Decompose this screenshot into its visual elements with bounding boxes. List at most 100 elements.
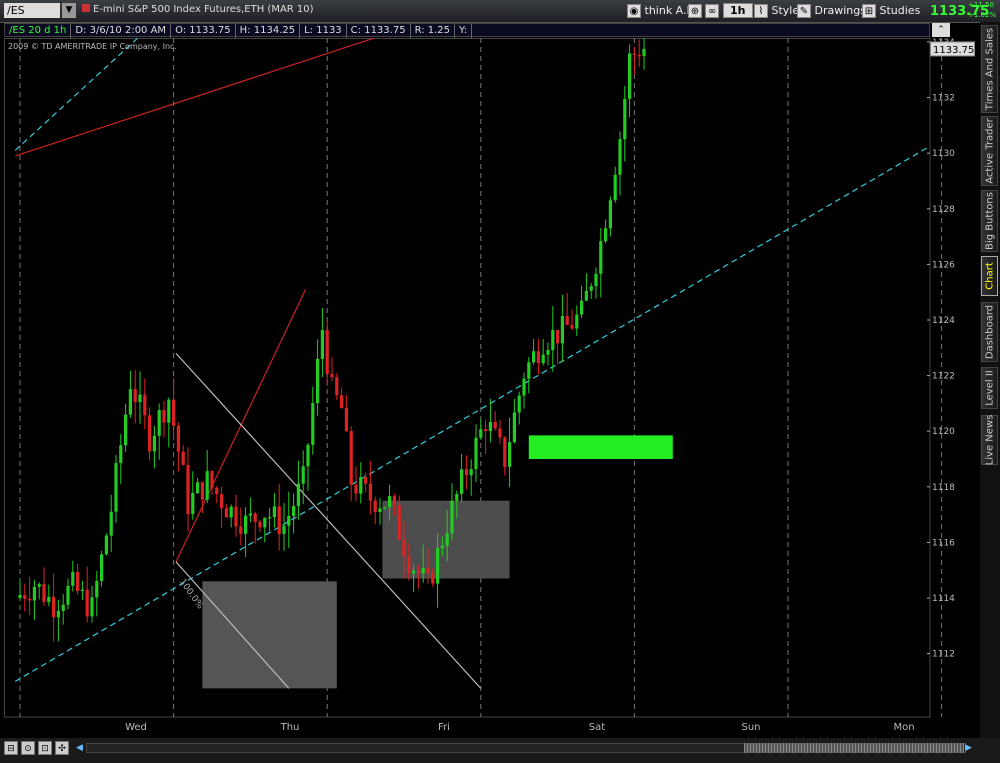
scrollbar-thumb[interactable] <box>744 743 964 753</box>
candle <box>527 356 531 394</box>
candle-body <box>186 464 190 515</box>
candle <box>484 419 488 455</box>
x-day-label: Sun <box>741 722 760 733</box>
side-tab-label: Dashboard <box>984 304 995 360</box>
copyright-text: 2009 © TD AMERITRADE IP Company, Inc. <box>8 42 177 51</box>
style-button[interactable]: ⌇ Style <box>754 3 799 19</box>
side-tab-active-trader[interactable]: Active Trader <box>981 116 998 186</box>
chart-grid <box>4 38 943 718</box>
candle <box>56 599 60 642</box>
crosshair-icon[interactable]: ✣ <box>55 741 69 755</box>
candle-body <box>114 463 118 512</box>
magnifier-icon[interactable]: ⊙ <box>21 741 35 755</box>
y-tick-label: 1132 <box>932 94 955 104</box>
candle-body <box>52 596 56 618</box>
candle-body <box>320 330 324 359</box>
candle <box>258 519 262 533</box>
scroll-left-icon[interactable]: ◀ <box>76 743 83 753</box>
candle-body <box>498 428 502 438</box>
side-tab-level-ii[interactable]: Level II <box>981 367 998 409</box>
side-tab-big-buttons[interactable]: Big Buttons <box>981 190 998 252</box>
candle <box>234 494 238 537</box>
candle <box>541 339 545 366</box>
candle <box>628 44 632 118</box>
candle-body <box>85 589 89 617</box>
symbol-input[interactable]: /ES <box>4 3 60 18</box>
candle-body <box>402 539 406 557</box>
candle <box>306 442 310 491</box>
candle <box>28 576 32 616</box>
candle-body <box>392 496 396 506</box>
compare-button[interactable]: ⊕ <box>688 3 702 19</box>
candle <box>532 338 536 365</box>
chart-settings-icon[interactable]: ⌃ <box>932 23 950 37</box>
instrument-label: E-mini S&P 500 Index Futures,ETH (MAR 10… <box>93 4 314 15</box>
candle <box>76 563 80 595</box>
candle <box>248 497 252 523</box>
candle-body <box>479 429 483 438</box>
candle-body <box>383 507 387 509</box>
candle <box>176 422 180 472</box>
side-tab-live-news[interactable]: Live News <box>981 415 998 465</box>
y-tick-label: 1116 <box>932 538 955 548</box>
candle <box>450 483 454 541</box>
candle-body <box>244 515 248 534</box>
candle <box>157 403 161 460</box>
candle-body <box>536 351 540 364</box>
candle-body <box>546 349 550 355</box>
candle-body <box>301 466 305 484</box>
symbol-dropdown-icon[interactable]: ▼ <box>62 3 76 18</box>
candle <box>488 398 492 443</box>
studies-button[interactable]: ⊞ Studies <box>862 3 920 19</box>
side-tab-chart[interactable]: Chart <box>981 256 998 296</box>
candle <box>594 267 598 299</box>
candle-body <box>181 451 185 465</box>
candle-body <box>613 174 617 201</box>
candle <box>340 387 344 409</box>
candle-body <box>397 505 401 540</box>
candle <box>104 533 108 556</box>
last-price-label: 1133.75 <box>933 45 974 56</box>
zoom-icon[interactable]: ⊟ <box>4 741 18 755</box>
candle-body <box>354 484 358 494</box>
candle <box>546 342 550 366</box>
candle <box>152 425 156 469</box>
candle-body <box>287 515 291 526</box>
candle <box>508 417 512 488</box>
link-button[interactable]: ∞ <box>705 3 719 19</box>
candle <box>354 466 358 502</box>
candle-body <box>143 394 147 416</box>
candle <box>215 486 219 504</box>
candle <box>61 594 65 625</box>
style-label: Style <box>771 4 800 17</box>
candle-body <box>378 508 382 512</box>
candle <box>268 507 272 532</box>
candle-body <box>239 526 243 534</box>
trendline <box>14 145 930 682</box>
candle-body <box>282 525 286 534</box>
side-tab-times-and-sales[interactable]: Times And Sales <box>981 25 998 113</box>
candle <box>296 460 300 520</box>
scroll-right-icon[interactable]: ▶ <box>965 743 972 753</box>
y-tick-label: 1118 <box>932 483 955 493</box>
info-low: L: 1133 <box>300 24 347 38</box>
candle <box>90 585 94 623</box>
candle <box>47 584 51 607</box>
timeframe-button[interactable]: 1h <box>723 3 753 19</box>
think-ai-button[interactable]: ◉ think A.I. <box>627 3 693 19</box>
candle <box>325 320 329 386</box>
think-ai-label: think A.I. <box>644 4 694 17</box>
candle <box>320 307 324 377</box>
expand-icon[interactable]: ⊡ <box>38 741 52 755</box>
annotation-box <box>202 581 337 689</box>
drawings-button[interactable]: ✎ Drawings <box>797 3 866 19</box>
candle-body <box>632 53 636 55</box>
side-tab-dashboard[interactable]: Dashboard <box>981 302 998 362</box>
candle-body <box>464 469 468 476</box>
price-chart[interactable]: 100.0% Hi: 1134.511121114111611181120112… <box>4 38 980 738</box>
candle <box>272 493 276 528</box>
candle <box>23 583 27 612</box>
candle <box>316 339 320 416</box>
candle-body <box>594 273 598 287</box>
candle-body <box>311 403 315 445</box>
